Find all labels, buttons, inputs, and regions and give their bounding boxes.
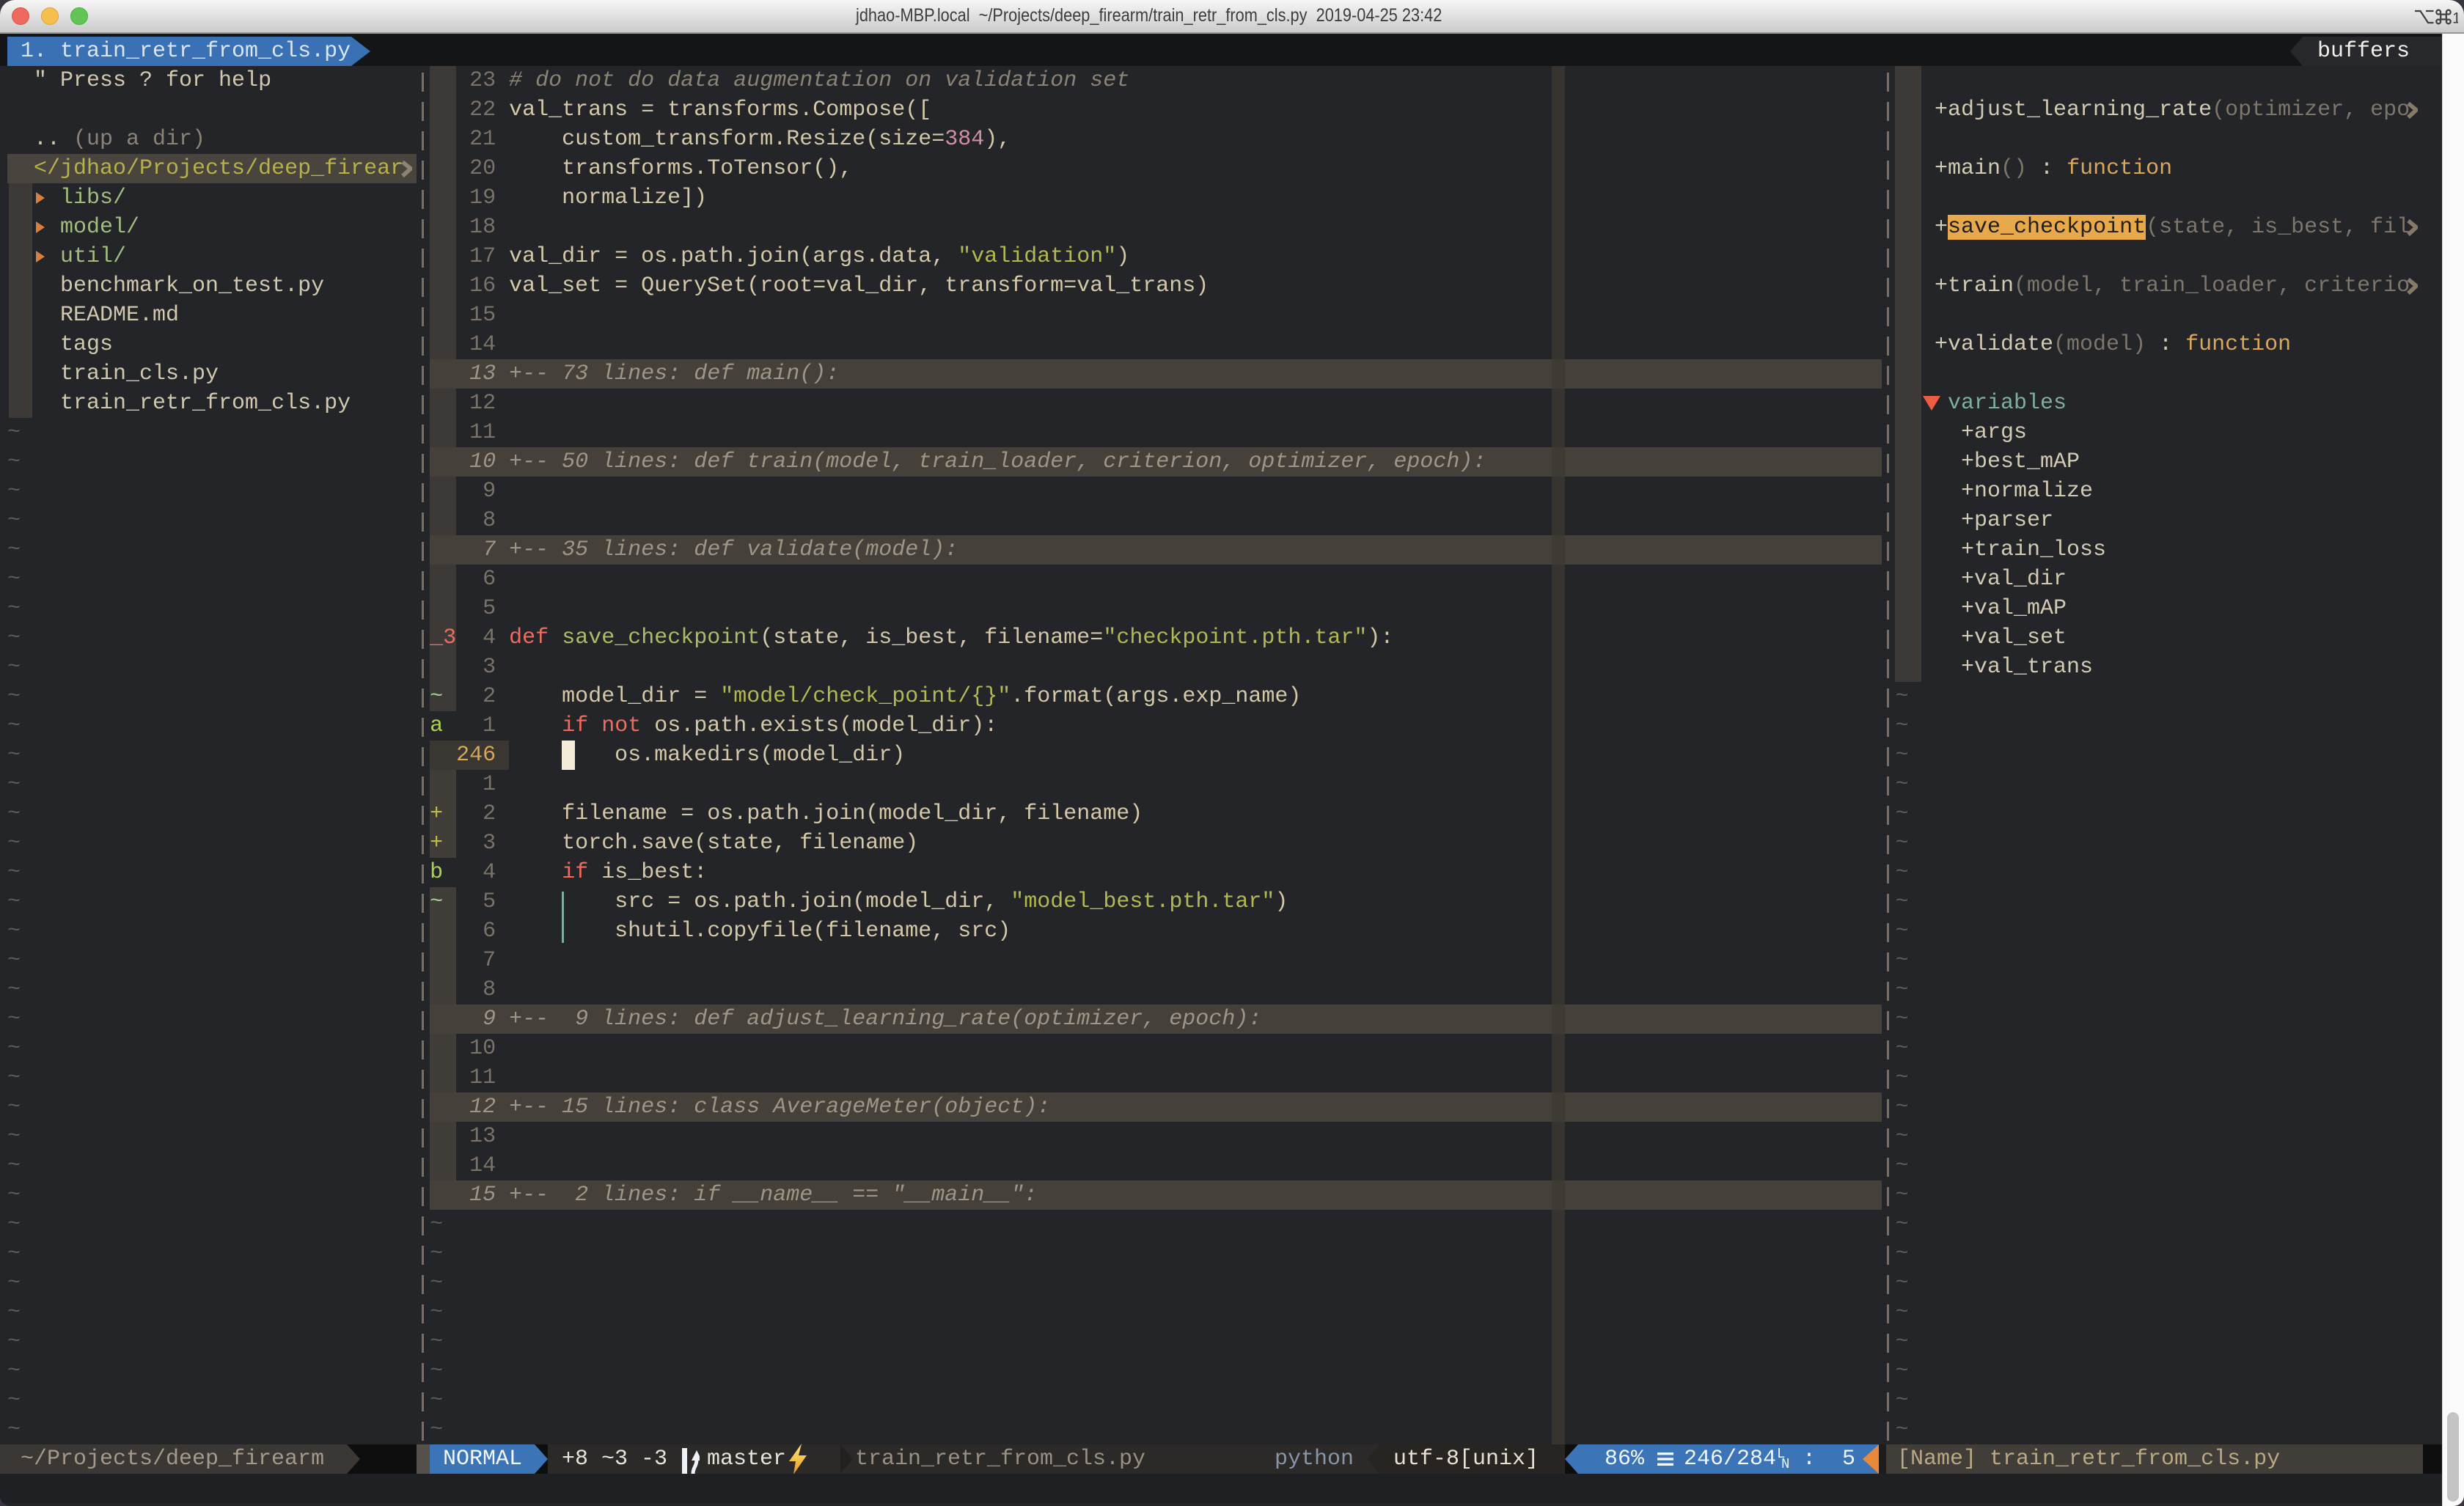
svg-text:1: 1 (2452, 10, 2458, 26)
